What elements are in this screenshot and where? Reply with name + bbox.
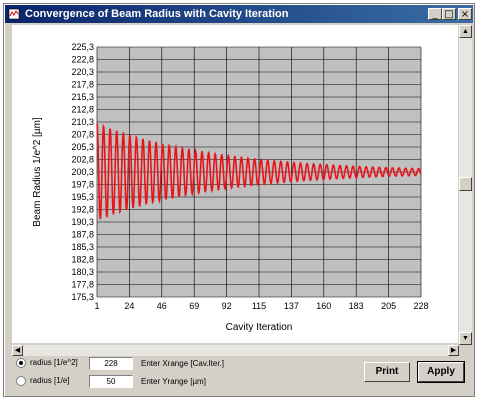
radio-radius-1e[interactable]	[16, 376, 26, 386]
print-button[interactable]: Print	[364, 362, 410, 382]
radio-radius-1e-label: radius [1/e]	[30, 376, 70, 385]
yrange-input[interactable]: 50	[89, 375, 133, 388]
minimize-button[interactable]: _	[428, 8, 442, 20]
xrange-input[interactable]: 228	[89, 357, 133, 370]
xrange-label: Enter Xrange [Cav.Iter.]	[141, 359, 225, 368]
radio-radius-1e2-label: radius [1/e^2]	[30, 358, 78, 367]
y-tick-label: 217,8	[71, 80, 94, 90]
maximize-button[interactable]: □	[442, 8, 456, 20]
x-tick-label: 160	[316, 301, 331, 311]
convergence-chart: 225,3 222,8 220,3 217,8 215,3 212,8 210,3 207,8…	[12, 25, 458, 343]
y-tick-label: 185,3	[71, 242, 94, 252]
title-bar[interactable]: Convergence of Beam Radius with Cavity I…	[5, 5, 473, 23]
x-tick-label: 183	[349, 301, 364, 311]
close-button[interactable]: ×	[458, 8, 472, 20]
y-tick-label: 207,8	[71, 130, 94, 140]
y-tick-label: 195,3	[71, 192, 94, 202]
scroll-up-arrow-icon[interactable]: ▲	[459, 25, 472, 38]
x-tick-label: 205	[381, 301, 396, 311]
y-tick-label: 190,3	[71, 217, 94, 227]
y-tick-label: 225,3	[71, 42, 94, 52]
apply-button[interactable]: Apply	[418, 362, 464, 382]
x-tick-label: 46	[157, 301, 167, 311]
main-window: Convergence of Beam Radius with Cavity I…	[3, 3, 475, 397]
scroll-down-arrow-icon[interactable]: ▼	[459, 332, 472, 345]
window-title: Convergence of Beam Radius with Cavity I…	[25, 8, 289, 20]
x-tick-label: 228	[413, 301, 428, 311]
x-tick-label: 1	[94, 301, 99, 311]
vertical-scroll-thumb[interactable]	[459, 177, 472, 191]
y-tick-label: 210,3	[71, 117, 94, 127]
x-tick-label: 69	[189, 301, 199, 311]
app-icon	[8, 8, 20, 20]
y-tick-label: 192,8	[71, 205, 94, 215]
y-tick-label: 215,3	[71, 92, 94, 102]
y-tick-label: 182,8	[71, 255, 94, 265]
y-tick-label: 177,8	[71, 280, 94, 290]
vertical-scrollbar[interactable]: ▲ ▼	[459, 25, 472, 345]
y-tick-label: 220,3	[71, 67, 94, 77]
scroll-left-arrow-icon[interactable]: ◀	[12, 345, 23, 356]
yrange-label: Enter Yrange [µm]	[141, 377, 206, 386]
y-tick-label: 175,3	[71, 292, 94, 302]
x-axis-label: Cavity Iteration	[226, 322, 293, 333]
y-tick-label: 202,8	[71, 155, 94, 165]
scroll-right-arrow-icon[interactable]: ▶	[448, 345, 459, 356]
y-tick-label: 187,8	[71, 230, 94, 240]
radio-selected-dot	[19, 361, 23, 365]
y-tick-label: 197,8	[71, 180, 94, 190]
y-axis-label: Beam Radius 1/e^2 [µm]	[32, 117, 43, 227]
y-tick-labels: 225,3 222,8 220,3 217,8 215,3 212,8 210,3 207,8…	[71, 42, 94, 302]
x-tick-label: 24	[124, 301, 134, 311]
x-tick-label: 115	[252, 301, 266, 311]
horizontal-scrollbar[interactable]: ◀ ▶	[12, 345, 459, 356]
y-tick-label: 212,8	[71, 105, 94, 115]
x-tick-label: 137	[284, 301, 299, 311]
y-tick-label: 205,3	[71, 142, 94, 152]
y-tick-label: 222,8	[71, 55, 94, 65]
y-tick-label: 200,3	[71, 167, 94, 177]
radio-radius-1e2[interactable]	[16, 358, 26, 368]
y-tick-label: 180,3	[71, 267, 94, 277]
x-tick-label: 92	[222, 301, 232, 311]
